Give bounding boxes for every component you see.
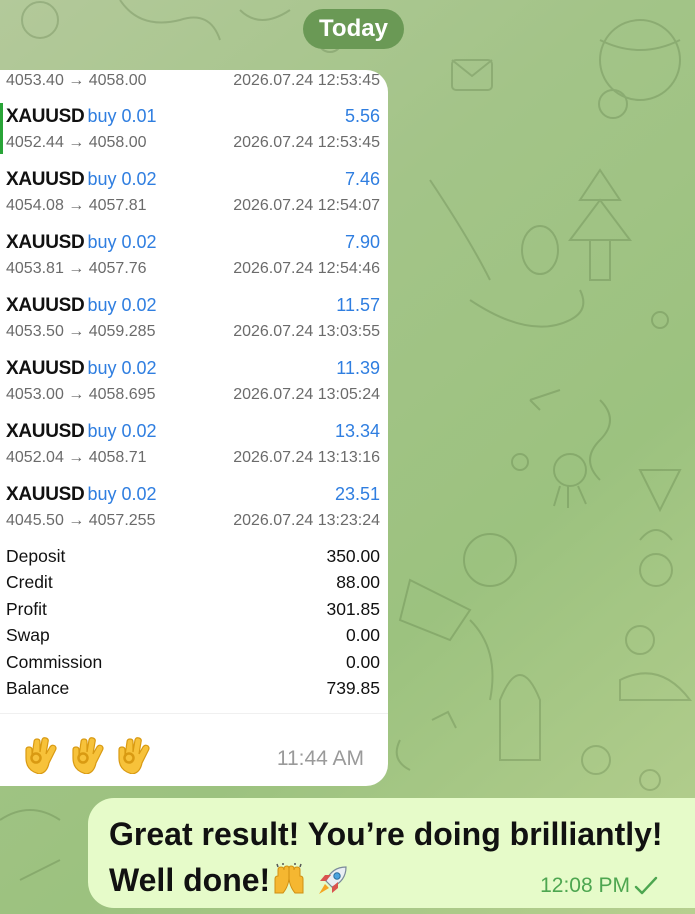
incoming-message-time: 11:44 AM xyxy=(276,747,364,770)
trade-symbol: XAUUSD xyxy=(6,106,85,127)
trade-symbol: XAUUSD xyxy=(6,169,85,190)
outgoing-message-meta: 12:08 PM xyxy=(540,874,658,898)
summary-value: 350.00 xyxy=(326,546,380,566)
date-separator: Today xyxy=(303,9,404,49)
trade-profit: 7.46 xyxy=(344,169,380,189)
rocket-icon xyxy=(319,866,347,894)
trade-side: buy 0.02 xyxy=(87,232,157,252)
trade-side: buy 0.02 xyxy=(87,484,157,504)
summary-value: 301.85 xyxy=(326,598,380,619)
trade-prices: 4053.81 → 4057.76 xyxy=(6,260,147,277)
summary-label: Balance xyxy=(6,677,70,698)
trade-row[interactable]: XAUUSD buy 0.02 7.90 4053.81 → 4057.76 20… xyxy=(0,221,388,284)
date-separator-label: Today xyxy=(319,15,388,42)
trade-profit: 13.34 xyxy=(334,421,380,441)
trade-side: buy 0.01 xyxy=(87,106,157,126)
account-summary: Deposit 350.00 Credit 88.00 Profit 301.8… xyxy=(0,544,388,702)
trade-profit: 5.56 xyxy=(344,106,380,126)
trade-time: 2026.07.24 13:13:16 xyxy=(233,449,380,466)
trade-row[interactable]: XAUUSD buy 0.01 5.56 4052.44 → 4058.00 20… xyxy=(0,95,388,158)
summary-row-credit: Credit 88.00 xyxy=(0,570,388,596)
trade-side: buy 0.02 xyxy=(87,358,157,378)
trade-symbol: XAUUSD xyxy=(6,421,85,442)
trade-row[interactable]: XAUUSD buy 0.02 11.57 4053.50 → 4059.285 … xyxy=(0,284,388,347)
summary-label: Deposit xyxy=(6,546,66,566)
ok-hand-icon[interactable] xyxy=(69,734,109,774)
trade-side: buy 0.02 xyxy=(87,169,157,189)
read-check-icon xyxy=(634,876,658,895)
trade-prices: 4053.50 → 4059.285 xyxy=(6,323,156,340)
trade-profit: 23.51 xyxy=(334,484,380,504)
summary-label: Profit xyxy=(6,598,47,619)
trade-row[interactable]: XAUUSD buy 0.02 11.39 4053.00 → 4058.695 … xyxy=(0,347,388,410)
outgoing-message-line1: Great result! You’re doing brilliantly! xyxy=(109,816,663,852)
trade-profit: 11.39 xyxy=(336,358,380,378)
summary-label: Credit xyxy=(6,572,53,593)
incoming-message-bubble[interactable]: 4053.40 → 4058.00 2026.07.24 12:53:45 XA… xyxy=(0,70,388,786)
trade-row[interactable]: XAUUSD buy 0.02 7.46 4054.08 → 4057.81 20… xyxy=(0,158,388,221)
summary-value: 739.85 xyxy=(326,677,380,698)
trade-profit: 11.57 xyxy=(336,295,380,315)
trade-symbol: XAUUSD xyxy=(6,295,85,316)
trade-symbol: XAUUSD xyxy=(6,232,85,253)
outgoing-message-time: 12:08 PM xyxy=(540,874,630,897)
trade-time: 2026.07.24 13:23:24 xyxy=(233,512,380,529)
outgoing-message-bubble[interactable]: Great result! You’re doing brilliantly! … xyxy=(88,798,695,908)
summary-label: Commission xyxy=(6,651,103,672)
summary-row-swap: Swap 0.00 xyxy=(0,623,388,649)
trade-time: 2026.07.24 12:54:46 xyxy=(233,260,380,277)
summary-row-deposit: Deposit 350.00 xyxy=(0,544,388,570)
trade-profit: 7.90 xyxy=(344,232,380,252)
trade-symbol: XAUUSD xyxy=(6,484,85,505)
trade-row[interactable]: XAUUSD buy 0.02 13.34 4052.04 → 4058.71 2… xyxy=(0,410,388,473)
raising-hands-icon xyxy=(274,863,304,894)
trade-prices: 4045.50 → 4057.255 xyxy=(6,512,156,529)
ok-hand-icon[interactable] xyxy=(22,734,62,774)
trade-history-list: 4053.40 → 4058.00 2026.07.24 12:53:45 XA… xyxy=(0,70,388,536)
summary-row-commission: Commission 0.00 xyxy=(0,650,388,676)
trade-prices: 4054.08 → 4057.81 xyxy=(6,197,147,214)
summary-value: 88.00 xyxy=(336,572,380,593)
trade-time: 2026.07.24 13:05:24 xyxy=(233,386,380,403)
ok-hand-icon[interactable] xyxy=(115,734,155,774)
trade-side: buy 0.02 xyxy=(87,295,157,315)
trade-prices: 4052.44 → 4058.00 xyxy=(6,134,147,151)
summary-row-balance: Balance 739.85 xyxy=(0,676,388,702)
trade-row[interactable]: XAUUSD buy 0.02 23.51 4045.50 → 4057.255 … xyxy=(0,473,388,536)
trade-prices: 4053.00 → 4058.695 xyxy=(6,386,156,403)
trade-time: 2026.07.24 13:03:55 xyxy=(233,323,380,340)
trade-prices: 4052.04 → 4058.71 xyxy=(6,449,147,466)
summary-row-profit: Profit 301.85 xyxy=(0,597,388,623)
trade-prices: 4053.40 → 4058.00 xyxy=(6,72,147,89)
trade-time: 2026.07.24 12:53:45 xyxy=(233,134,380,151)
trade-time: 2026.07.24 12:53:45 xyxy=(233,72,380,89)
summary-label: Swap xyxy=(6,625,50,646)
summary-value: 0.00 xyxy=(345,651,380,672)
incoming-message-footer: 11:44 AM xyxy=(0,713,388,786)
outgoing-message-line2: Well done! xyxy=(109,862,271,898)
trade-side: buy 0.02 xyxy=(87,421,157,441)
trade-symbol: XAUUSD xyxy=(6,358,85,379)
summary-value: 0.00 xyxy=(345,625,380,646)
trade-row[interactable]: 4053.40 → 4058.00 2026.07.24 12:53:45 xyxy=(0,70,388,95)
trade-time: 2026.07.24 12:54:07 xyxy=(233,197,380,214)
